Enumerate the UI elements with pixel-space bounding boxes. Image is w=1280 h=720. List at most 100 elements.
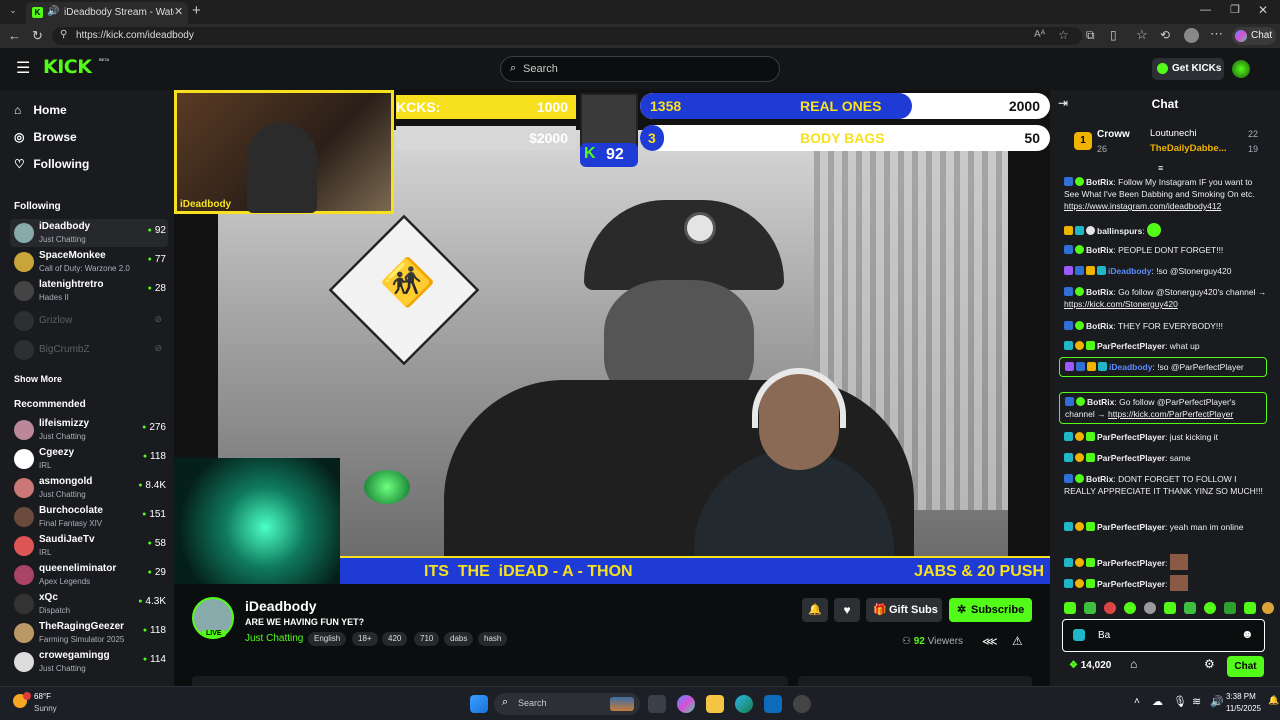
weather-widget[interactable]: 68°F Sunny: [10, 692, 90, 716]
following-channel-ideadbody[interactable]: iDeadbody Just Chatting 92: [10, 219, 168, 247]
chat-username[interactable]: ParPerfectPlayer: [1097, 432, 1165, 442]
gift-subs-button[interactable]: 🎁 Gift Subs: [866, 598, 942, 622]
emoji-picker-icon[interactable]: ☻: [1241, 628, 1254, 640]
close-window-icon[interactable]: ✕: [1258, 3, 1268, 17]
outlook-icon[interactable]: [764, 695, 782, 713]
notifications-bell-button[interactable]: 🔔: [802, 598, 828, 622]
clock-time[interactable]: 3:38 PM: [1226, 692, 1256, 701]
emote-icon[interactable]: [1184, 602, 1196, 614]
cloud-icon[interactable]: ☁: [1152, 695, 1163, 708]
chat-username[interactable]: BotRix: [1086, 245, 1113, 255]
chat-link[interactable]: https://www.instagram.com/ideadbody412: [1064, 201, 1221, 211]
chat-settings-gear-icon[interactable]: ⚙: [1204, 658, 1215, 670]
video-player[interactable]: 🚸 iDeadbody KCKS: 1000 $2000 K 92 1358 R…: [174, 90, 1050, 584]
show-more-button[interactable]: Show More: [14, 374, 62, 384]
favorites-icon[interactable]: ☆: [1136, 27, 1148, 43]
browser-tab[interactable]: K 🔊 iDeadbody Stream - Watch l ✕: [26, 2, 188, 24]
chat-username[interactable]: BotRix: [1086, 321, 1113, 331]
chat-username[interactable]: ParPerfectPlayer: [1097, 522, 1165, 532]
chat-username[interactable]: ballinspurs: [1097, 226, 1142, 236]
wifi-icon[interactable]: ≋: [1192, 695, 1201, 708]
emote-icon[interactable]: [1084, 602, 1096, 614]
close-tab-icon[interactable]: ✕: [174, 5, 183, 18]
recommended-channel[interactable]: Cgeezy IRL 118: [10, 445, 168, 473]
emote-icon[interactable]: [1204, 602, 1216, 614]
emote-icon[interactable]: [1124, 602, 1136, 614]
chat-username[interactable]: BotRix: [1086, 177, 1113, 187]
emote-icon[interactable]: [1064, 602, 1076, 614]
back-arrow-icon[interactable]: ←: [8, 28, 21, 43]
taskbar-search[interactable]: ⌕ Search: [494, 693, 640, 715]
minimize-window-icon[interactable]: —: [1200, 4, 1211, 16]
emote-icon[interactable]: [1104, 602, 1116, 614]
chat-username[interactable]: iDeadbody: [1109, 362, 1152, 372]
follow-heart-button[interactable]: ♥: [834, 598, 860, 622]
tray-chevron-icon[interactable]: ˄: [1134, 696, 1140, 707]
recommended-channel[interactable]: queeneliminator Apex Legends 29: [10, 561, 168, 589]
nav-following[interactable]: ♡ Following: [14, 157, 89, 177]
chat-username[interactable]: BotRix: [1086, 474, 1113, 484]
mic-icon[interactable]: 🎙: [1173, 695, 1187, 708]
tag-english[interactable]: English: [308, 632, 347, 646]
notification-bell-icon[interactable]: 🔔: [1268, 695, 1279, 706]
following-channel-spacemonkee[interactable]: SpaceMonkee Call of Duty: Warzone 2.0 77: [10, 248, 168, 276]
recommended-channel[interactable]: lifeismizzy Just Chatting 276: [10, 416, 168, 444]
user-avatar[interactable]: [1232, 60, 1250, 78]
clock-date[interactable]: 11/5/2025: [1226, 704, 1261, 713]
recommended-channel[interactable]: SaudiJaeTv IRL 58: [10, 532, 168, 560]
following-channel-grizlow[interactable]: Grizlow ⊘: [10, 307, 168, 335]
chat-username[interactable]: iDeadbody: [1108, 266, 1151, 276]
following-channel-latenightretro[interactable]: latenightretro Hades II 28: [10, 277, 168, 305]
emote-icon[interactable]: [1144, 602, 1156, 614]
tag-710[interactable]: 710: [414, 632, 440, 646]
more-options-icon[interactable]: ⋯: [1210, 26, 1223, 42]
tag-18plus[interactable]: 18+: [352, 632, 378, 646]
emote-icon[interactable]: [1262, 602, 1274, 614]
tab-actions-chevron-icon[interactable]: ⌄: [6, 5, 20, 19]
kicks-balance[interactable]: ❖ 14,020: [1069, 660, 1111, 672]
edge-browser-icon[interactable]: [735, 695, 753, 713]
subscribe-button[interactable]: ✲ Subscribe: [949, 598, 1032, 622]
chat-link[interactable]: https://kick.com/Stonerguy420: [1064, 299, 1178, 309]
tag-420[interactable]: 420: [382, 632, 408, 646]
start-windows-icon[interactable]: [470, 695, 488, 713]
copilot-chat-button[interactable]: Chat: [1232, 27, 1276, 45]
app-notification-icon[interactable]: [793, 695, 811, 713]
expand-leaderboard-icon[interactable]: ≡: [1158, 162, 1163, 174]
split-screen-icon[interactable]: ▯: [1110, 28, 1117, 42]
read-aloud-icon[interactable]: Aᴬ: [1034, 29, 1045, 40]
search-input[interactable]: ⌕ Search: [500, 56, 780, 82]
recommended-channel[interactable]: TheRagingGeezer Farming Simulator 2025 1…: [10, 619, 168, 647]
chat-username[interactable]: BotRix: [1086, 287, 1113, 297]
url-field[interactable]: ⚲ https://kick.com/ideadbody Aᴬ ☆: [52, 27, 1082, 45]
emote-icon[interactable]: [1224, 602, 1236, 614]
chat-username[interactable]: BotRix: [1087, 397, 1114, 407]
sub-emote-icon[interactable]: [1073, 629, 1085, 641]
nav-home[interactable]: ⌂ Home: [14, 103, 67, 123]
chat-username[interactable]: ParPerfectPlayer: [1097, 579, 1165, 589]
favorite-star-icon[interactable]: ☆: [1058, 28, 1069, 42]
nav-browse[interactable]: ◎ Browse: [14, 130, 77, 150]
tag-hash[interactable]: hash: [478, 632, 508, 646]
recommended-channel[interactable]: asmongold Just Chatting 8.4K: [10, 474, 168, 502]
share-icon[interactable]: ⋘: [982, 635, 998, 648]
chat-input[interactable]: Ba ☻: [1062, 619, 1265, 652]
refresh-icon[interactable]: ↻: [32, 28, 43, 44]
streamer-name[interactable]: iDeadbody: [245, 598, 317, 614]
recommended-channel[interactable]: xQc Dispatch 4.3K: [10, 590, 168, 618]
chat-username[interactable]: ParPerfectPlayer: [1097, 341, 1165, 351]
emote-icon[interactable]: [1164, 602, 1176, 614]
audio-playing-icon[interactable]: 🔊: [47, 6, 59, 17]
extensions-icon[interactable]: ⧉: [1086, 28, 1095, 43]
profile-avatar[interactable]: [1184, 28, 1199, 43]
kick-logo[interactable]: KICK BETA: [43, 56, 109, 78]
get-kicks-button[interactable]: Get KICKs: [1152, 58, 1224, 80]
recommended-channel[interactable]: Burchocolate Final Fantasy XIV 151: [10, 503, 168, 531]
shop-icon[interactable]: ⌂: [1130, 658, 1137, 670]
tag-dabs[interactable]: dabs: [444, 632, 474, 646]
send-chat-button[interactable]: Chat: [1227, 656, 1264, 677]
emote-icon[interactable]: [1244, 602, 1256, 614]
following-channel-bigcrumbz[interactable]: BigCrumbZ ⊘: [10, 336, 168, 364]
history-icon[interactable]: ⟲: [1160, 28, 1170, 42]
task-view-icon[interactable]: [648, 695, 666, 713]
